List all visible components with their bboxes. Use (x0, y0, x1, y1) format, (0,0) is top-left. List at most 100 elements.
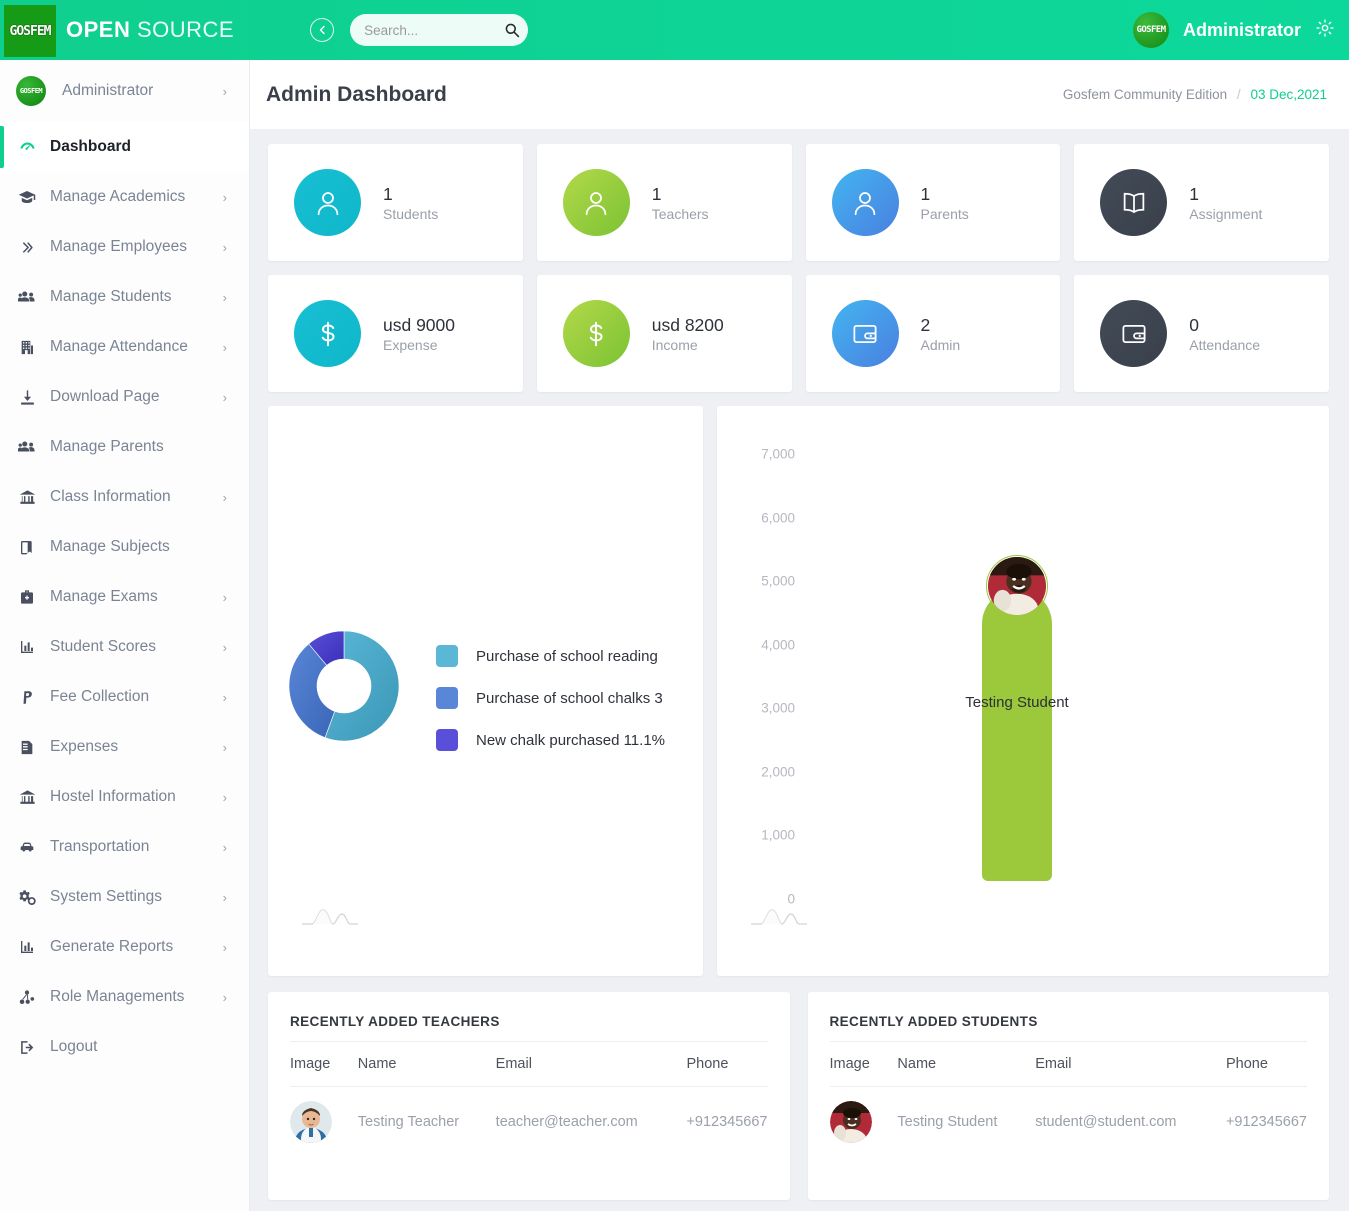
donut-legend-item[interactable]: New chalk purchased 11.1% (436, 719, 665, 761)
student-avatar (830, 1101, 872, 1143)
building-icon (16, 339, 38, 356)
sidebar-item-expenses[interactable]: Expenses › (0, 722, 249, 772)
stat-text: 1Teachers (652, 183, 709, 223)
stat-card-assignment[interactable]: 1Assignment (1074, 144, 1329, 261)
users-icon (16, 288, 38, 306)
sidebar-item-generate-reports[interactable]: Generate Reports› (0, 922, 249, 972)
column-email: Email (496, 1042, 687, 1087)
sidebar-item-system-settings[interactable]: System Settings› (0, 872, 249, 922)
sidebar-item-dashboard[interactable]: Dashboard (0, 122, 249, 172)
student-phone: +912345667 (1226, 1087, 1307, 1158)
table-row[interactable]: Testing Student student@student.com +912… (830, 1087, 1308, 1158)
sidebar-item-manage-exams[interactable]: Manage Exams› (0, 572, 249, 622)
stat-label: Attendance (1189, 337, 1260, 353)
stat-card-income[interactable]: usd 8200Income (537, 275, 792, 392)
sidebar-item-label: Expenses (50, 738, 118, 756)
y-axis-tick: 6,000 (735, 510, 795, 525)
sidebar-item-fee-collection[interactable]: Fee Collection› (0, 672, 249, 722)
sidebar-item-download-page[interactable]: Download Page› (0, 372, 249, 422)
sidebar-item-hostel-information[interactable]: Hostel Information› (0, 772, 249, 822)
search-box[interactable] (350, 14, 528, 46)
sidebar-item-label: Manage Employees (50, 238, 187, 256)
bank-icon (16, 489, 38, 506)
bar-testing-student[interactable] (982, 589, 1052, 881)
app-logo[interactable]: GOSFEM (4, 5, 56, 57)
back-arrow-circle-icon[interactable] (310, 18, 334, 42)
charts-row: Purchase of school reading Purchase of sc… (268, 406, 1329, 976)
sidebar-item-manage-subjects[interactable]: Manage Subjects (0, 522, 249, 572)
gears-icon (16, 889, 38, 906)
chevron-right-icon: › (223, 940, 227, 955)
stat-label: Assignment (1189, 206, 1262, 222)
user-icon (832, 169, 899, 236)
teacher-name: Testing Teacher (358, 1087, 496, 1158)
table-header-row: Image Name Email Phone (290, 1042, 768, 1087)
donut-chart-area: Purchase of school reading Purchase of sc… (284, 621, 665, 761)
stat-value: usd 9000 (383, 314, 455, 338)
recent-teachers-card: RECENTLY ADDED TEACHERS Image Name Email… (268, 992, 790, 1200)
breadcrumb-edition: Gosfem Community Edition (1063, 87, 1227, 102)
sidebar-item-manage-students[interactable]: Manage Students› (0, 272, 249, 322)
stat-card-teachers[interactable]: 1Teachers (537, 144, 792, 261)
stat-text: usd 9000Expense (383, 314, 455, 354)
sidebar-item-manage-academics[interactable]: Manage Academics› (0, 172, 249, 222)
stat-text: 1Students (383, 183, 438, 223)
page-title: Admin Dashboard (266, 83, 447, 107)
search-icon[interactable] (504, 22, 520, 38)
donut-chart[interactable] (284, 621, 404, 751)
donut-legend-item[interactable]: Purchase of school reading (436, 635, 665, 677)
chevron-right-icon: › (223, 790, 227, 805)
legend-label: Purchase of school reading (476, 648, 658, 665)
sidebar-user-avatar: GOSFEM (16, 76, 46, 106)
stat-cards-row-1: 1Students1Teachers1Parents1Assignment (268, 144, 1329, 261)
sidebar-item-role-managements[interactable]: Role Managements› (0, 972, 249, 1022)
user-name[interactable]: Administrator (1183, 20, 1301, 41)
car-icon (16, 839, 38, 855)
user-icon (294, 169, 361, 236)
top-navbar: GOSFEM OPEN SOURCE GOSFEM Administrator (0, 0, 1349, 60)
teacher-phone: +912345667 (686, 1087, 767, 1158)
sidebar-item-manage-attendance[interactable]: Manage Attendance› (0, 322, 249, 372)
stat-card-parents[interactable]: 1Parents (806, 144, 1061, 261)
stat-value: 1 (383, 183, 438, 207)
sidebar-item-student-scores[interactable]: Student Scores› (0, 622, 249, 672)
chevron-right-icon: › (223, 740, 227, 755)
user-icon (563, 169, 630, 236)
donut-legend-item[interactable]: Purchase of school chalks 3 (436, 677, 665, 719)
stat-card-admin[interactable]: 2Admin (806, 275, 1061, 392)
stat-value: 1 (1189, 183, 1262, 207)
sidebar-item-logout[interactable]: Logout (0, 1022, 249, 1072)
table-header-row: Image Name Email Phone (830, 1042, 1308, 1087)
search-input[interactable] (364, 23, 504, 38)
stat-label: Admin (921, 337, 961, 353)
bar-chart[interactable]: 01,0002,0003,0004,0005,0006,0007,000 (717, 406, 1329, 976)
brand-light: SOURCE (137, 17, 234, 42)
y-axis-tick: 7,000 (735, 447, 795, 462)
stat-card-expense[interactable]: usd 9000Expense (268, 275, 523, 392)
stat-card-attendance[interactable]: 0Attendance (1074, 275, 1329, 392)
sidebar-item-label: Student Scores (50, 638, 156, 656)
sidebar-item-manage-employees[interactable]: Manage Employees› (0, 222, 249, 272)
download-icon (16, 389, 38, 406)
column-name: Name (358, 1042, 496, 1087)
bank-icon (16, 789, 38, 806)
sidebar-item-class-information[interactable]: Class Information› (0, 472, 249, 522)
sidebar-item-label: Logout (50, 1038, 97, 1056)
chevron-right-icon: › (223, 840, 227, 855)
mini-chart-icon (749, 902, 809, 928)
user-avatar[interactable]: GOSFEM (1133, 12, 1169, 48)
student-email: student@student.com (1035, 1087, 1226, 1158)
sidebar-nav: DashboardManage Academics›Manage Employe… (0, 122, 249, 1072)
stat-text: 1Parents (921, 183, 969, 223)
sidebar-user[interactable]: GOSFEM Administrator › (0, 60, 249, 122)
y-axis-tick: 3,000 (735, 701, 795, 716)
legend-label: New chalk purchased 11.1% (476, 732, 665, 749)
dashboard-body: 1Students1Teachers1Parents1Assignment us… (250, 130, 1349, 1200)
sidebar-item-manage-parents[interactable]: Manage Parents (0, 422, 249, 472)
sidebar-item-transportation[interactable]: Transportation› (0, 822, 249, 872)
gear-icon[interactable] (1315, 18, 1335, 43)
bar-student-avatar (986, 555, 1048, 617)
chevron-right-icon: › (223, 390, 227, 405)
table-row[interactable]: Testing Teacher teacher@teacher.com +912… (290, 1087, 768, 1158)
stat-card-students[interactable]: 1Students (268, 144, 523, 261)
